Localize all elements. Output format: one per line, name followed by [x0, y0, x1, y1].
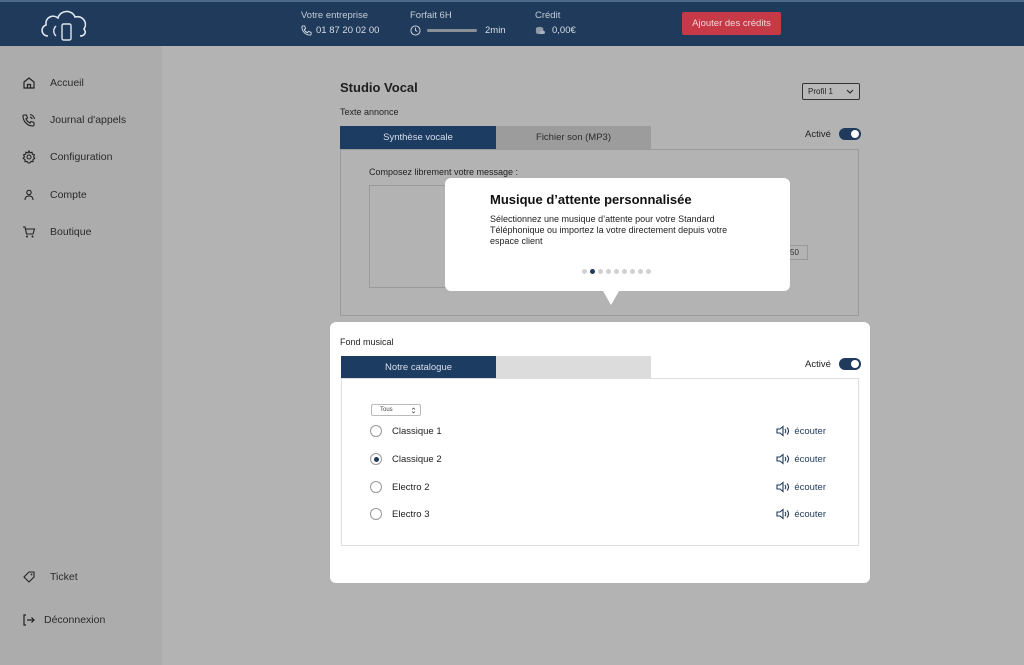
- cart-icon: [23, 226, 36, 238]
- sidebar-item-boutique[interactable]: Boutique: [22, 225, 91, 239]
- credit-info: Crédit 0,00€: [535, 10, 576, 36]
- sidebar-item-journal[interactable]: Journal d'appels: [22, 113, 126, 127]
- company-info: Votre entreprise 01 87 20 02 00: [301, 10, 379, 36]
- track-row[interactable]: Electro 2 écouter: [370, 481, 826, 493]
- phone-call-icon: [22, 113, 36, 127]
- track-radio[interactable]: [370, 425, 382, 437]
- compose-label: Composez librement votre message :: [369, 167, 519, 177]
- plan-remaining: 2min: [485, 25, 506, 36]
- plan-label: Forfait 6H: [410, 10, 452, 21]
- top-bar: Votre entreprise 01 87 20 02 00 Forfait …: [0, 0, 1024, 46]
- sidebar-item-accueil[interactable]: Accueil: [22, 76, 84, 90]
- step-indicator: [582, 269, 651, 274]
- sidebar-item-label: Compte: [50, 189, 87, 201]
- toggle-label: Activé: [805, 358, 831, 370]
- toggle-switch[interactable]: [838, 128, 861, 140]
- sidebar-item-configuration[interactable]: Configuration: [22, 150, 112, 164]
- announce-active-toggle[interactable]: Activé: [805, 128, 861, 140]
- sidebar-item-label: Ticket: [50, 571, 78, 583]
- track-name: Electro 3: [392, 508, 430, 520]
- clock-icon: [410, 25, 421, 36]
- track-name: Electro 2: [392, 481, 430, 493]
- plan-usage: 2min: [410, 25, 506, 36]
- sidebar-item-compte[interactable]: Compte: [22, 188, 87, 202]
- cloud-phone-logo-icon[interactable]: [38, 6, 90, 44]
- speaker-icon: [776, 481, 790, 493]
- step-dot[interactable]: [630, 269, 635, 274]
- sidebar-item-ticket[interactable]: Ticket: [22, 570, 78, 584]
- speaker-icon: [776, 508, 790, 520]
- chevron-down-icon: [846, 89, 854, 94]
- tooltip-title: Musique d’attente personnalisée: [490, 192, 692, 207]
- listen-label: écouter: [794, 425, 826, 437]
- tooltip-description: Sélectionnez une musique d’attente pour …: [490, 214, 728, 246]
- music-section-label: Fond musical: [340, 337, 394, 347]
- track-radio[interactable]: [370, 481, 382, 493]
- listen-button[interactable]: écouter: [776, 453, 826, 465]
- step-dot[interactable]: [646, 269, 651, 274]
- listen-button[interactable]: écouter: [776, 425, 826, 437]
- home-icon: [23, 77, 35, 89]
- listen-button[interactable]: écouter: [776, 481, 826, 493]
- chevron-updown-icon: [411, 407, 416, 413]
- speaker-icon: [776, 425, 790, 437]
- track-row[interactable]: Classique 1 écouter: [370, 425, 826, 437]
- coins-icon: [535, 26, 546, 35]
- track-radio[interactable]: [370, 508, 382, 520]
- sidebar-item-label: Boutique: [50, 226, 92, 238]
- track-row[interactable]: Classique 2 écouter: [370, 453, 826, 465]
- sidebar-item-label: Accueil: [50, 77, 84, 89]
- tab-notre-catalogue[interactable]: Notre catalogue: [341, 356, 496, 379]
- logout-button[interactable]: Déconnexion: [22, 613, 105, 627]
- company-label: Votre entreprise: [301, 10, 369, 21]
- tab-fichier-son[interactable]: Fichier son (MP3): [496, 126, 651, 149]
- phone-number: 01 87 20 02 00: [316, 25, 380, 36]
- toggle-switch[interactable]: [838, 358, 861, 370]
- listen-label: écouter: [794, 481, 826, 493]
- user-icon: [24, 189, 34, 201]
- profile-select[interactable]: Profil 1: [802, 83, 860, 100]
- credit-label: Crédit: [535, 10, 561, 21]
- step-dot[interactable]: [638, 269, 643, 274]
- sidebar-item-label: Journal d'appels: [50, 114, 127, 126]
- company-phone: 01 87 20 02 00: [301, 25, 379, 36]
- listen-label: écouter: [794, 453, 826, 465]
- credit-amount: 0,00€: [535, 25, 576, 36]
- step-dot[interactable]: [598, 269, 603, 274]
- page-title: Studio Vocal: [340, 80, 418, 95]
- toggle-label: Activé: [805, 128, 831, 140]
- ticket-icon: [23, 571, 35, 583]
- logout-icon: [23, 614, 35, 626]
- gear-icon: [22, 150, 36, 164]
- profile-select-value: Profil 1: [808, 87, 833, 96]
- music-active-toggle[interactable]: Activé: [805, 358, 861, 370]
- track-name: Classique 1: [392, 425, 442, 437]
- track-name: Classique 2: [392, 453, 442, 465]
- step-dot[interactable]: [582, 269, 587, 274]
- listen-button[interactable]: écouter: [776, 508, 826, 520]
- step-dot-active[interactable]: [590, 269, 595, 274]
- phone-icon: [301, 25, 312, 36]
- announce-label: Texte annonce: [340, 107, 399, 117]
- genre-filter-value: Tous: [380, 407, 393, 413]
- credit-value: 0,00€: [552, 25, 576, 36]
- sidebar-item-label: Configuration: [50, 151, 113, 163]
- plan-progress-bar: [427, 29, 477, 32]
- plan-info: Forfait 6H 2min: [410, 10, 506, 36]
- onboarding-tooltip: Musique d’attente personnalisée Sélectio…: [445, 178, 790, 305]
- track-row[interactable]: Electro 3 écouter: [370, 508, 826, 520]
- speaker-icon: [776, 453, 790, 465]
- step-dot[interactable]: [622, 269, 627, 274]
- tab-synthese-vocale[interactable]: Synthèse vocale: [340, 126, 496, 149]
- step-dot[interactable]: [606, 269, 611, 274]
- step-dot[interactable]: [614, 269, 619, 274]
- track-radio-selected[interactable]: [370, 453, 382, 465]
- listen-label: écouter: [794, 508, 826, 520]
- genre-filter-select[interactable]: Tous: [371, 404, 421, 416]
- logout-label: Déconnexion: [44, 614, 106, 626]
- tab-music-secondary[interactable]: [496, 356, 651, 379]
- add-credits-button[interactable]: Ajouter des crédits: [682, 12, 781, 35]
